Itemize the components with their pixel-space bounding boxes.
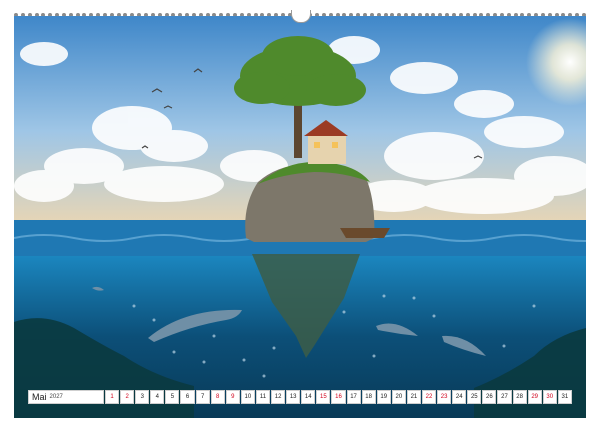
day-cell: 15 [316,390,331,404]
month-label: Mai 2027 [28,390,104,404]
day-cell: 29 [527,390,542,404]
day-cell: 22 [421,390,437,404]
day-cell: 30 [542,390,557,404]
day-cell: 2 [120,390,135,404]
day-cell: 5 [165,390,180,404]
boat [340,228,390,238]
day-cell: 26 [482,390,497,404]
day-cell: 3 [135,390,150,404]
day-cell: 12 [271,390,286,404]
day-cell: 6 [180,390,195,404]
day-cell: 1 [105,390,120,404]
calendar-strip: Mai 2027 1 2 3 4 5 6 7 8 9 10 11 12 13 1… [28,390,572,404]
day-cell: 4 [150,390,165,404]
day-cell: 10 [240,390,255,404]
tree-trunk [294,98,302,158]
day-cell: 7 [195,390,210,404]
day-cell: 28 [512,390,527,404]
day-cell: 18 [361,390,376,404]
day-cell: 11 [255,390,271,404]
day-cell: 27 [497,390,512,404]
day-cell: 25 [467,390,482,404]
day-cell: 9 [225,390,240,404]
day-cell: 31 [557,390,572,404]
day-cell: 21 [406,390,421,404]
month-name: Mai [32,392,47,402]
day-cell: 17 [346,390,361,404]
calendar-photo [14,16,586,418]
day-cell: 23 [437,390,452,404]
day-cell: 20 [391,390,406,404]
day-cell: 16 [331,390,346,404]
year-label: 2027 [49,394,63,400]
day-cell: 24 [452,390,467,404]
day-cell: 8 [210,390,225,404]
day-cell: 13 [286,390,301,404]
day-cell: 14 [301,390,316,404]
island-scene [14,16,586,418]
day-cell: 19 [376,390,391,404]
